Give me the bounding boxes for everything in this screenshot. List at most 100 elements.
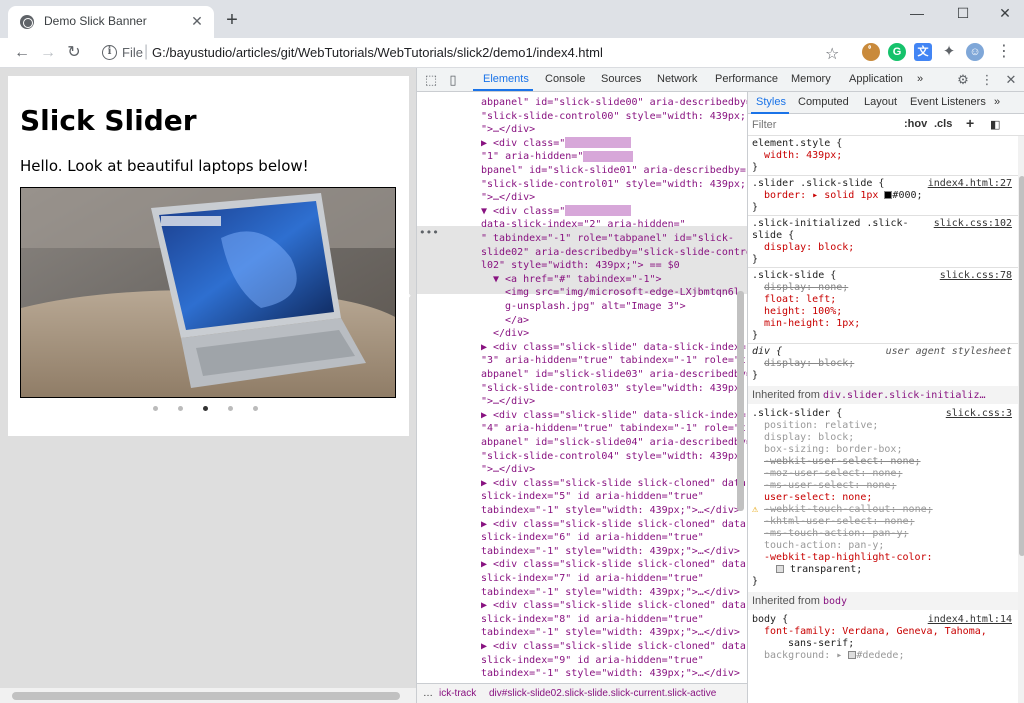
- hover-state-button[interactable]: :hov: [904, 118, 927, 130]
- rule-declaration-overridden[interactable]: -webkit-user-select: none;: [764, 456, 921, 468]
- rule-selector[interactable]: element.style {: [752, 138, 842, 150]
- rule-selector-cont[interactable]: slide {: [752, 230, 794, 242]
- rule-declaration-inherited[interactable]: box-sizing: border-box;: [764, 444, 902, 456]
- color-swatch[interactable]: [776, 565, 784, 573]
- rule-selector[interactable]: .slider .slick-slide {: [752, 178, 884, 190]
- scrollbar-thumb[interactable]: [737, 291, 744, 511]
- dom-node-line[interactable]: tabindex="-1" style="width: 439px;">…</d…: [481, 667, 740, 680]
- new-rule-button[interactable]: +: [966, 115, 974, 131]
- scrollbar-thumb[interactable]: [12, 692, 400, 700]
- rule-declaration-cont[interactable]: sans-serif;: [788, 638, 854, 650]
- css-rules-list[interactable]: element.style { width: 439px; } .slider …: [748, 136, 1018, 703]
- rule-declaration[interactable]: -webkit-tap-highlight-color:: [764, 552, 933, 564]
- rule-declaration[interactable]: height: 100%;: [764, 306, 842, 318]
- dom-node-line[interactable]: l02" style="width: 439px;"> == $0: [481, 259, 680, 272]
- dom-node-line[interactable]: " tabindex="-1" role="tabpanel" id="slic…: [481, 232, 734, 245]
- rule-selector[interactable]: .slick-initialized .slick-: [752, 218, 909, 230]
- reload-icon[interactable]: ↻: [62, 41, 86, 65]
- url-text[interactable]: G:/bayustudio/articles/git/WebTutorials/…: [152, 45, 603, 60]
- close-window-button[interactable]: ✕: [986, 0, 1024, 30]
- forward-arrow-icon[interactable]: →: [36, 41, 60, 65]
- dom-node-line[interactable]: ">…</div>: [481, 191, 535, 204]
- dom-node-line[interactable]: ▶ <div class=": [481, 137, 632, 150]
- dom-node-line[interactable]: slick-index="5" id aria-hidden="true": [481, 490, 704, 503]
- back-arrow-icon[interactable]: ←: [10, 41, 34, 65]
- rule-declaration-overridden[interactable]: -moz-user-select: none;: [764, 468, 902, 480]
- profile-avatar-icon[interactable]: ☺: [966, 43, 984, 61]
- node-actions-ellipsis[interactable]: •••: [419, 226, 439, 239]
- dom-node-line[interactable]: slick-index="7" id aria-hidden="true": [481, 572, 704, 585]
- dom-node-line[interactable]: tabindex="-1" style="width: 439px;">…</d…: [481, 545, 740, 558]
- devtools-close-icon[interactable]: ✕: [1003, 72, 1019, 88]
- next-arrow-icon[interactable]: ›: [407, 288, 411, 302]
- address-bar[interactable]: i File | G:/bayustudio/articles/git/WebT…: [92, 40, 852, 66]
- tab-close-icon[interactable]: ✕: [188, 12, 206, 30]
- rule-source-link[interactable]: index4.html:27: [928, 178, 1012, 190]
- dom-node-line[interactable]: ▶ <div class="slick-slide" data-slick-in…: [481, 409, 746, 422]
- styles-filter-input[interactable]: [752, 117, 892, 133]
- rule-selector[interactable]: .slick-slide {: [752, 270, 836, 282]
- dom-node-line[interactable]: ▶ <div class="slick-slide slick-cloned" …: [481, 599, 747, 612]
- dom-node-line[interactable]: slide02" aria-describedby="slick-slide-c…: [481, 246, 747, 259]
- tab-application[interactable]: Application: [849, 73, 903, 85]
- subtab-layout[interactable]: Layout: [864, 96, 897, 108]
- rule-declaration-overridden[interactable]: -khtml-user-select: none;: [764, 516, 915, 528]
- dom-node-line[interactable]: tabindex="-1" style="width: 439px;">…</d…: [481, 504, 740, 517]
- dom-node-line[interactable]: ">…</div>: [481, 395, 535, 408]
- extension-icon-1[interactable]: ﾟ: [862, 43, 880, 61]
- dom-node-line[interactable]: "1" aria-hidden=": [481, 150, 634, 163]
- dom-node-line[interactable]: abpanel" id="slick-slide00" aria-describ…: [481, 96, 747, 109]
- rule-declaration-inherited[interactable]: display: block;: [764, 432, 854, 444]
- rule-selector[interactable]: div {: [752, 346, 782, 358]
- breadcrumb-item-track[interactable]: ick-track: [439, 684, 476, 703]
- settings-gear-icon[interactable]: ⚙: [955, 72, 971, 88]
- dom-node-line[interactable]: "4" aria-hidden="true" tabindex="-1" rol…: [481, 422, 746, 435]
- dom-node-line[interactable]: tabindex="-1" style="width: 439px;">…</d…: [481, 626, 740, 639]
- extension-grammarly-icon[interactable]: G: [888, 43, 906, 61]
- rule-declaration-overridden[interactable]: display: none;: [764, 282, 848, 294]
- devtools-menu-icon[interactable]: ⋮: [979, 72, 995, 88]
- more-tabs-icon[interactable]: »: [917, 73, 923, 85]
- more-subtabs-icon[interactable]: »: [994, 96, 1000, 108]
- rule-source-link[interactable]: index4.html:14: [928, 614, 1012, 626]
- tab-elements[interactable]: Elements: [483, 73, 529, 85]
- dom-node-line[interactable]: "slick-slide-control01" style="width: 43…: [481, 178, 746, 191]
- extension-translate-icon[interactable]: 文: [914, 43, 932, 61]
- dom-node-line[interactable]: ▶ <div class="slick-slide slick-cloned" …: [481, 477, 747, 490]
- rule-declaration-value[interactable]: transparent;: [776, 564, 862, 576]
- rule-declaration[interactable]: border: ▸ solid 1px #000;: [764, 190, 923, 202]
- inherited-selector[interactable]: body: [823, 596, 847, 607]
- rule-source-link[interactable]: slick.css:78: [940, 270, 1012, 282]
- subtab-styles[interactable]: Styles: [756, 96, 786, 108]
- inspect-element-icon[interactable]: ⬚: [423, 72, 439, 88]
- dom-node-line[interactable]: </a>: [505, 314, 529, 327]
- dom-node-line[interactable]: "slick-slide-control00" style="width: 43…: [481, 110, 747, 123]
- slider-dot-5[interactable]: [253, 406, 258, 411]
- extensions-puzzle-icon[interactable]: ✦: [940, 43, 958, 61]
- tab-performance[interactable]: Performance: [715, 73, 778, 85]
- previous-arrow-icon[interactable]: ‹: [8, 288, 12, 302]
- dom-node-line[interactable]: ▶ <div class="slick-slide slick-cloned" …: [481, 640, 747, 653]
- dom-node-line[interactable]: ▼ <a href="#" tabindex="-1">: [493, 273, 662, 286]
- dom-node-line[interactable]: ▶ <div class="slick-slide slick-cloned" …: [481, 518, 747, 531]
- styles-scrollbar[interactable]: [1018, 136, 1024, 703]
- subtab-computed[interactable]: Computed: [798, 96, 849, 108]
- slider-dot-1[interactable]: [153, 406, 158, 411]
- rule-declaration[interactable]: font-family: Verdana, Geneva, Tahoma,: [764, 626, 987, 638]
- rule-declaration-overridden[interactable]: ⚠ -webkit-touch-callout: none;: [752, 504, 933, 516]
- dom-node-line[interactable]: "3" aria-hidden="true" tabindex="-1" rol…: [481, 354, 746, 367]
- class-toggle-button[interactable]: .cls: [934, 118, 952, 130]
- dom-node-line[interactable]: "slick-slide-control04" style="width: 43…: [481, 450, 746, 463]
- rule-declaration-inherited[interactable]: position: relative;: [764, 420, 878, 432]
- dom-node-line[interactable]: abpanel" id="slick-slide03" aria-describ…: [481, 368, 747, 381]
- rule-declaration[interactable]: min-height: 1px;: [764, 318, 860, 330]
- rule-selector[interactable]: body {: [752, 614, 788, 626]
- rule-declaration[interactable]: float: left;: [764, 294, 836, 306]
- info-icon[interactable]: i: [102, 45, 117, 60]
- maximize-button[interactable]: ☐: [940, 0, 986, 30]
- browser-tab[interactable]: Demo Slick Banner ✕: [8, 6, 214, 38]
- rule-declaration[interactable]: user-select: none;: [764, 492, 872, 504]
- dom-node-line[interactable]: </div>: [493, 327, 529, 340]
- dom-node-line[interactable]: slick-index="8" id aria-hidden="true": [481, 613, 704, 626]
- dom-node-line[interactable]: ▼ <div class=": [481, 205, 632, 218]
